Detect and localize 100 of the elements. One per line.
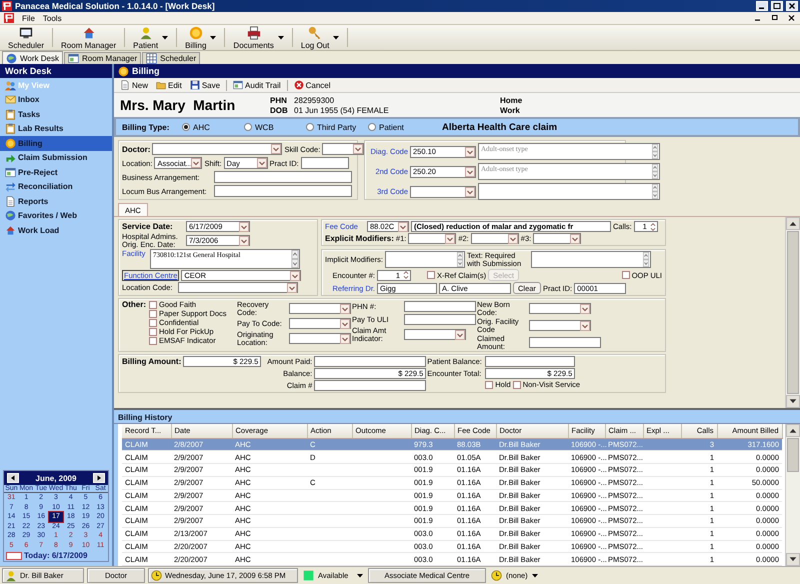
minimize-icon[interactable]: [756, 1, 768, 11]
radio-button[interactable]: Patient: [368, 122, 424, 132]
scrollbar[interactable]: [785, 217, 800, 408]
dropdown-field[interactable]: [178, 282, 298, 293]
toolbar-button[interactable]: Patient: [129, 26, 172, 49]
dropdown-field[interactable]: [322, 143, 364, 155]
tab[interactable]: Scheduler: [142, 52, 200, 64]
scroll-arrows-icon[interactable]: [291, 250, 299, 268]
sidebar-item[interactable]: Work Load: [0, 223, 112, 238]
dropdown-field[interactable]: [470, 233, 519, 244]
coin-icon: [5, 138, 16, 149]
dropdown-field[interactable]: [410, 186, 476, 198]
sidebar-item[interactable]: Favorites / Web: [0, 208, 112, 223]
dropdown-arrow-icon[interactable]: [162, 36, 168, 40]
sidebar-item[interactable]: Claim Submission: [0, 150, 112, 165]
scroll-up-icon[interactable]: [786, 424, 800, 437]
dropdown-field[interactable]: [289, 333, 351, 344]
toolbar-button[interactable]: Cancel: [292, 80, 333, 90]
clipboard-icon: [5, 123, 16, 134]
swap-icon: [5, 181, 16, 192]
radio-button[interactable]: Third Party: [306, 122, 362, 132]
clipboard-icon: [5, 108, 16, 120]
toolbar-button[interactable]: Log Out: [296, 26, 344, 49]
dropdown-field[interactable]: [289, 303, 351, 314]
dropdown-field[interactable]: [404, 329, 466, 340]
toolbar-button[interactable]: Save: [188, 80, 222, 90]
field-label: Service Date:: [122, 222, 174, 231]
house-icon: [5, 224, 16, 236]
scroll-arrows-icon[interactable]: [651, 164, 659, 179]
previous-month-icon[interactable]: [7, 473, 19, 483]
scroll-thumb[interactable]: [787, 231, 799, 394]
dropdown-arrow-icon[interactable]: [333, 36, 340, 40]
tab[interactable]: Room Manager: [64, 52, 142, 64]
text-area[interactable]: [478, 183, 660, 200]
spin-arrows-icon[interactable]: [402, 270, 410, 280]
scroll-down-icon[interactable]: [786, 553, 800, 566]
text-field[interactable]: [300, 157, 349, 169]
toolbar-button[interactable]: Scheduler: [4, 26, 48, 49]
radio-button[interactable]: AHC: [182, 122, 238, 132]
clock-icon: [491, 570, 502, 581]
dropdown-field[interactable]: [533, 233, 582, 244]
toolbar-button[interactable]: Edit: [154, 80, 184, 90]
radio-button[interactable]: WCB: [244, 122, 300, 132]
scroll-arrows-icon[interactable]: [651, 184, 659, 199]
caret-icon: [455, 330, 465, 340]
dropdown-arrow-icon[interactable]: [278, 36, 284, 40]
text-field[interactable]: [529, 337, 601, 348]
menu-item[interactable]: Tools: [42, 14, 62, 22]
text-area[interactable]: [384, 251, 465, 268]
text-field[interactable]: [314, 380, 426, 391]
field-label: Billing Type:: [122, 122, 170, 132]
scrollbar[interactable]: [785, 424, 800, 566]
text-field[interactable]: [314, 356, 426, 367]
dropdown-arrow-icon[interactable]: [210, 36, 216, 40]
toolbar-button[interactable]: Room Manager: [57, 26, 120, 49]
field-label: Explicit Modifiers:: [325, 234, 394, 243]
dropdown-field[interactable]: [152, 143, 282, 155]
dropdown-field[interactable]: [529, 303, 591, 314]
next-month-icon[interactable]: [92, 473, 105, 483]
dropdown-field[interactable]: [408, 233, 456, 244]
dropdown-field[interactable]: [529, 320, 591, 331]
scroll-arrows-icon[interactable]: [642, 252, 650, 267]
menu-item[interactable]: File: [22, 14, 35, 22]
sidebar-item[interactable]: Reports: [0, 194, 112, 208]
scroll-up-icon[interactable]: [786, 217, 800, 230]
window-title: Panacea Medical Solution - 1.0.14.0 - [Work Desk]: [15, 1, 215, 11]
toolbar-button[interactable]: Documents: [229, 26, 288, 49]
text-field[interactable]: [214, 171, 352, 183]
scroll-arrows-icon[interactable]: [651, 144, 659, 159]
restore-icon[interactable]: [770, 14, 779, 22]
text-field[interactable]: [485, 356, 576, 367]
text-field[interactable]: [214, 185, 352, 197]
app-logo-icon: [2, 1, 12, 11]
text-field[interactable]: [404, 314, 476, 325]
caret-icon: [256, 158, 267, 168]
scroll-thumb[interactable]: [787, 438, 799, 472]
sidebar-item[interactable]: Reconciliation: [0, 180, 112, 194]
text-area[interactable]: [530, 251, 651, 268]
tab[interactable]: Work Desk: [2, 51, 63, 64]
caret-icon: [239, 222, 249, 232]
sidebar-item[interactable]: Tasks: [0, 107, 112, 122]
spin-arrows-icon[interactable]: [648, 222, 657, 232]
caret-icon: [465, 146, 475, 156]
text-field[interactable]: [404, 301, 476, 312]
caret-icon: [580, 320, 590, 330]
scroll-down-icon[interactable]: [786, 395, 800, 408]
toolbar-button[interactable]: Audit Trail: [231, 80, 283, 90]
sidebar-item[interactable]: Inbox: [0, 92, 112, 107]
field-label: Home: [500, 96, 522, 104]
field-label: Other:: [122, 300, 146, 311]
dropdown-field[interactable]: [289, 318, 351, 329]
sidebar-item[interactable]: Pre-Reject: [0, 165, 112, 180]
toolbar-button[interactable]: Billing: [181, 26, 220, 49]
maximize-icon[interactable]: [771, 1, 783, 11]
toolbar-button[interactable]: New: [118, 80, 150, 90]
close-icon[interactable]: [787, 14, 796, 22]
sidebar-item[interactable]: Lab Results: [0, 122, 112, 136]
dropdown-arrow-icon: [532, 574, 538, 578]
caret-icon: [340, 318, 350, 328]
scroll-arrows-icon[interactable]: [456, 252, 464, 267]
